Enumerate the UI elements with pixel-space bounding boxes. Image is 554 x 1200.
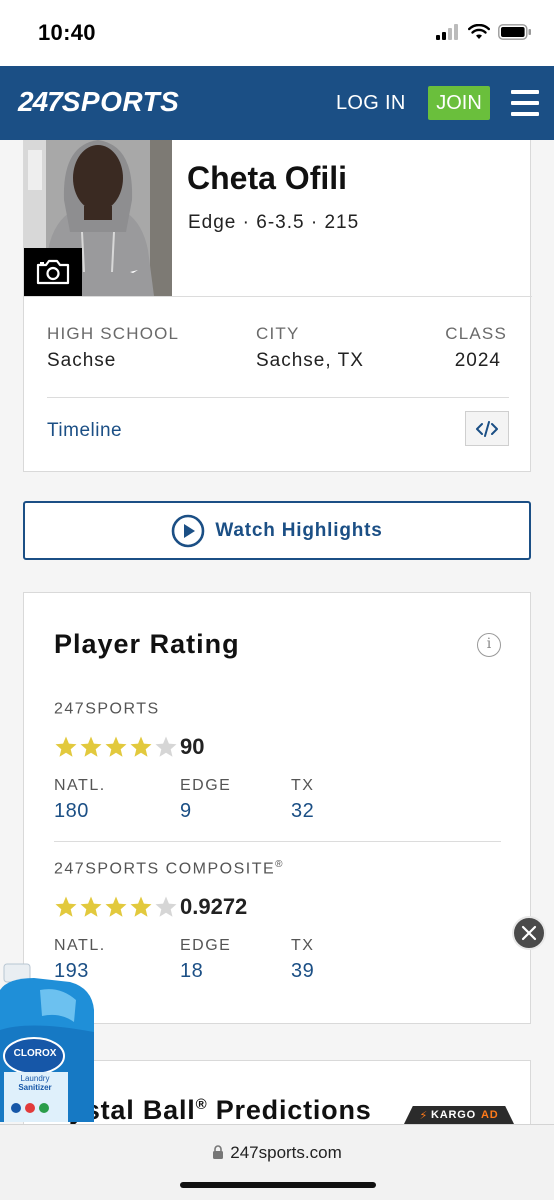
crystal-ball-title: ystal Ball® Predictions bbox=[69, 1095, 372, 1126]
close-ad-button[interactable] bbox=[512, 916, 546, 950]
rank-label-position: EDGE bbox=[180, 937, 232, 954]
rating-source-name: 247SPORTS COMPOSITE bbox=[54, 860, 276, 878]
star-filled-icon bbox=[80, 896, 102, 917]
browser-address-bar[interactable]: 247sports.com bbox=[0, 1124, 554, 1200]
timeline-link[interactable]: Timeline bbox=[47, 420, 122, 442]
rank-value-state[interactable]: 39 bbox=[291, 960, 314, 983]
player-rating-card: Player Rating i 247SPORTS 90 NATL. 180 E… bbox=[23, 592, 531, 1024]
rank-label-state: TX bbox=[291, 937, 315, 954]
watch-highlights-button[interactable]: Watch Highlights bbox=[23, 501, 531, 560]
home-indicator[interactable] bbox=[180, 1182, 376, 1188]
hamburger-menu-icon[interactable] bbox=[511, 90, 539, 116]
watch-highlights-label: Watch Highlights bbox=[215, 519, 383, 541]
rating-score: 90 bbox=[180, 734, 205, 759]
star-rating bbox=[54, 735, 178, 759]
rank-label-position: EDGE bbox=[180, 777, 232, 794]
rank-value-position[interactable]: 18 bbox=[180, 960, 203, 983]
status-icons bbox=[436, 24, 532, 40]
247sports-logo[interactable]: 247SPORTS bbox=[18, 86, 179, 118]
ad-label: AD bbox=[480, 1109, 499, 1121]
ad-brand: CLOROX bbox=[13, 1048, 57, 1059]
site-header: 247SPORTS LOG IN JOIN bbox=[0, 66, 554, 140]
rank-value-state[interactable]: 32 bbox=[291, 800, 314, 823]
play-icon bbox=[172, 514, 205, 547]
logo-number: 247 bbox=[18, 86, 63, 117]
rank-value-national[interactable]: 180 bbox=[54, 800, 89, 823]
kargo-label: KARGO bbox=[431, 1109, 476, 1121]
star-filled-icon bbox=[130, 896, 152, 917]
rank-value-position[interactable]: 9 bbox=[180, 800, 192, 823]
city-value: Sachse, TX bbox=[256, 350, 364, 371]
rank-label-national: NATL. bbox=[54, 777, 106, 794]
rating-source-name: 247SPORTS bbox=[54, 700, 160, 718]
url-text: 247sports.com bbox=[230, 1143, 342, 1162]
city-label: CITY bbox=[256, 324, 300, 343]
high-school-value[interactable]: Sachse bbox=[47, 350, 116, 372]
player-name: Cheta Ofili bbox=[187, 160, 348, 196]
ad-product-line-1: Laundry bbox=[20, 1074, 50, 1083]
class-value: 2024 bbox=[454, 350, 501, 371]
star-filled-icon bbox=[55, 896, 77, 917]
rank-label-national: NATL. bbox=[54, 937, 106, 954]
rating-score: 0.9272 bbox=[180, 894, 248, 919]
star-filled-icon bbox=[105, 896, 127, 917]
logo-word: SPORTS bbox=[61, 86, 180, 117]
divider bbox=[54, 841, 501, 842]
ad-product-line-2: Sanitizer bbox=[18, 1083, 52, 1092]
player-profile-card: Cheta Ofili Edge · 6-3.5 · 215 HIGH SCHO… bbox=[23, 140, 532, 472]
embed-code-icon[interactable] bbox=[465, 411, 509, 446]
divider bbox=[47, 397, 509, 398]
info-icon[interactable]: i bbox=[477, 633, 501, 657]
url-display[interactable]: 247sports.com bbox=[0, 1143, 554, 1163]
rank-label-state: TX bbox=[291, 777, 315, 794]
battery-icon bbox=[498, 24, 531, 40]
kargo-ad-badge[interactable]: ⚡ KARGO AD bbox=[404, 1106, 514, 1124]
star-filled-icon bbox=[55, 736, 77, 757]
registered-mark: ® bbox=[195, 1096, 208, 1113]
wifi-icon bbox=[468, 24, 490, 39]
star-filled-icon bbox=[80, 736, 102, 757]
rating-source-composite: 247SPORTS COMPOSITE® bbox=[54, 859, 284, 878]
star-empty-icon bbox=[155, 736, 177, 757]
cellular-signal-icon bbox=[436, 24, 458, 40]
star-empty-icon bbox=[155, 896, 177, 917]
registered-mark: ® bbox=[275, 859, 285, 870]
player-position-size: Edge · 6-3.5 · 215 bbox=[188, 212, 360, 233]
divider bbox=[24, 296, 532, 297]
bolt-icon: ⚡ bbox=[419, 1109, 429, 1122]
star-filled-icon bbox=[105, 736, 127, 757]
status-bar: 10:40 bbox=[0, 0, 554, 66]
camera-icon[interactable] bbox=[24, 248, 82, 296]
player-rating-title: Player Rating bbox=[54, 629, 240, 659]
crystal-ball-title-suffix: Predictions bbox=[207, 1095, 372, 1125]
join-button[interactable]: JOIN bbox=[428, 86, 490, 120]
lock-icon bbox=[213, 1145, 224, 1159]
close-icon bbox=[521, 925, 537, 941]
ad-product: Laundry Sanitizer bbox=[6, 1074, 64, 1092]
player-photo[interactable] bbox=[24, 140, 172, 296]
star-filled-icon bbox=[130, 736, 152, 757]
status-time: 10:40 bbox=[38, 20, 96, 45]
star-rating bbox=[54, 895, 178, 919]
high-school-label: HIGH SCHOOL bbox=[47, 324, 180, 343]
rating-source-247sports: 247SPORTS bbox=[54, 699, 160, 718]
login-button[interactable]: LOG IN bbox=[336, 92, 406, 115]
clorox-ad[interactable]: CLOROX Laundry Sanitizer bbox=[0, 960, 94, 1122]
class-label: CLASS bbox=[445, 324, 507, 343]
